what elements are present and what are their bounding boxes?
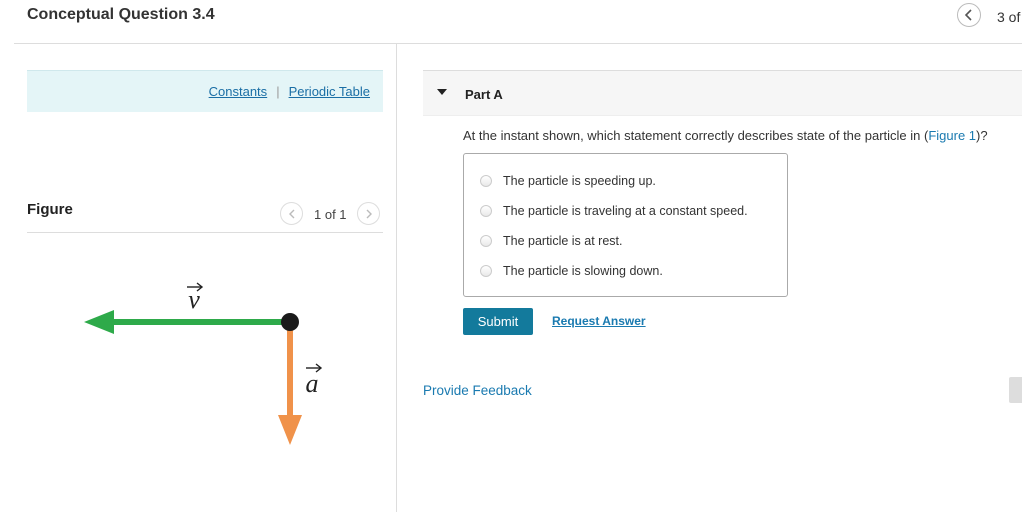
page-title: Conceptual Question 3.4 [27,6,215,23]
choice-slowing-down[interactable]: The particle is slowing down. [480,264,663,278]
resource-links: Constants | Periodic Table [209,84,370,99]
particle-dot [281,313,299,331]
figure-counter: 1 of 1 [314,207,347,222]
caret-down-icon[interactable] [437,89,447,95]
figure-next-button[interactable] [357,202,380,225]
velocity-label: v [188,285,200,314]
acceleration-label: a [306,369,319,398]
provide-feedback-link[interactable]: Provide Feedback [423,383,532,398]
pane-divider [396,44,397,512]
acceleration-arrowhead [278,415,302,445]
figure-heading: Figure [27,201,73,218]
radio-button[interactable] [480,175,492,187]
choice-constant-speed[interactable]: The particle is traveling at a constant … [480,204,748,218]
choice-label: The particle is traveling at a constant … [503,204,748,218]
choice-label: The particle is speeding up. [503,174,656,188]
figure-link[interactable]: Figure 1 [928,128,976,143]
choice-label: The particle is at rest. [503,234,623,248]
previous-item-button[interactable] [957,3,981,27]
item-counter: 3 of [997,9,1021,25]
side-panel-handle[interactable] [1009,377,1022,403]
question-prefix: At the instant shown, which statement co… [463,128,929,143]
part-a-header[interactable] [423,70,1022,116]
vector-figure: v a [84,282,323,445]
link-separator: | [276,84,280,99]
choice-label: The particle is slowing down. [503,264,663,278]
answer-choices: The particle is speeding up. The particl… [463,153,788,297]
figure-prev-button[interactable] [280,202,303,225]
part-a-label: Part A [465,87,503,102]
request-answer-link[interactable]: Request Answer [552,314,646,328]
header-divider [14,43,1022,44]
radio-button[interactable] [480,265,492,277]
radio-button[interactable] [480,205,492,217]
periodic-table-link[interactable]: Periodic Table [289,84,370,99]
question-text: At the instant shown, which statement co… [463,128,988,143]
constants-link[interactable]: Constants [209,84,268,99]
chevron-left-icon [288,209,294,218]
choice-at-rest[interactable]: The particle is at rest. [480,234,623,248]
figure-divider [27,232,383,233]
chevron-left-icon [964,9,972,21]
resources-bar: Constants | Periodic Table [27,70,383,112]
question-suffix: )? [976,128,988,143]
radio-button[interactable] [480,235,492,247]
choice-speeding-up[interactable]: The particle is speeding up. [480,174,656,188]
submit-button[interactable]: Submit [463,308,533,335]
chevron-right-icon [366,209,372,218]
velocity-arrowhead [84,310,114,334]
